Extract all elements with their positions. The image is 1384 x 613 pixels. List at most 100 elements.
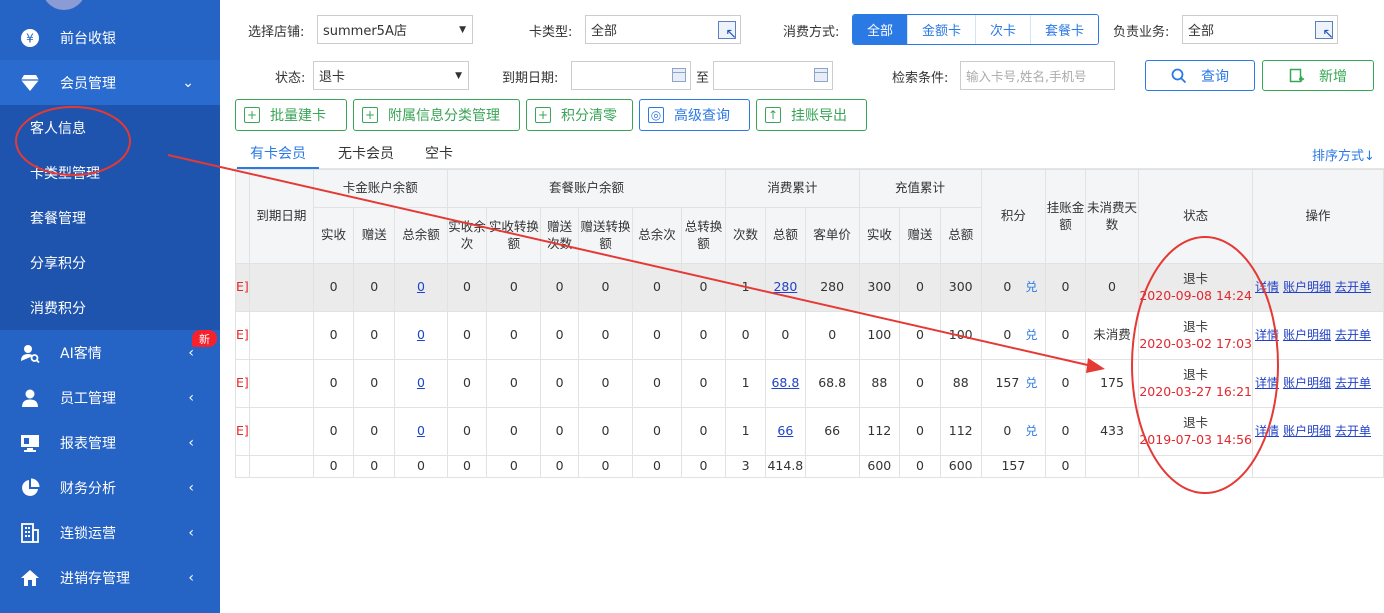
points-redeem-link[interactable]: 兑 <box>1025 376 1037 390</box>
consume-count: 1 <box>741 423 750 439</box>
tab-empty-card[interactable]: 空卡 <box>425 143 453 163</box>
detail-link[interactable]: 详情 <box>1255 280 1279 294</box>
total-cell: 0 <box>312 455 355 478</box>
recharge-gift: 0 <box>916 375 924 391</box>
pkg-cell: 0 <box>555 327 564 343</box>
batch-create-button[interactable]: + 批量建卡 <box>235 99 347 131</box>
sidebar-sub-customer-info[interactable]: 客人信息 <box>0 105 220 150</box>
card-cash: 0 <box>329 279 338 295</box>
card-cash: 0 <box>329 375 338 391</box>
detail-link[interactable]: 详情 <box>1255 328 1279 342</box>
row-fragment: E] <box>236 279 249 295</box>
card-total-link[interactable]: 0 <box>417 327 425 342</box>
total-cell: 600 <box>858 455 901 478</box>
search-label: 检索条件: <box>892 71 949 86</box>
card-type-picker[interactable]: 全部 <box>585 15 741 44</box>
consume-total-link[interactable]: 66 <box>777 423 793 438</box>
unconsumed-days: 433 <box>1100 423 1124 439</box>
detail-link[interactable]: 详情 <box>1255 376 1279 390</box>
table-subheader: 实收 <box>312 207 355 264</box>
sidebar-sub-package[interactable]: 套餐管理 <box>0 195 220 240</box>
sidebar-item-ai[interactable]: AI客情 ‹ <box>0 330 220 375</box>
sort-button[interactable]: 排序方式↓ <box>1312 145 1375 164</box>
calendar-icon[interactable] <box>672 68 686 82</box>
sidebar-item-label: 员工管理 <box>60 390 116 407</box>
diamond-icon <box>20 73 40 93</box>
points-clear-button[interactable]: + 积分清零 <box>526 99 633 131</box>
sidebar-sub-label: 消费积分 <box>30 300 86 317</box>
total-cell: 0 <box>577 455 634 478</box>
account-detail-link[interactable]: 账户明细 <box>1283 376 1331 390</box>
member-table: 到期日期 卡金账户余额 套餐账户余额 消费累计 充值累计 积分 挂账金额 未消费… <box>235 169 1384 478</box>
attach-category-button[interactable]: + 附属信息分类管理 <box>353 99 520 131</box>
sidebar-item-finance[interactable]: 财务分析 ‹ <box>0 465 220 510</box>
pkg-cell: 0 <box>509 327 518 343</box>
sidebar-item-chain[interactable]: 连锁运营 ‹ <box>0 510 220 555</box>
sidebar-sub-card-type[interactable]: 卡类型管理 <box>0 150 220 195</box>
card-total-link[interactable]: 0 <box>417 279 425 294</box>
sidebar-item-staff[interactable]: 员工管理 ‹ <box>0 375 220 420</box>
query-button[interactable]: 查询 <box>1145 60 1255 91</box>
pkg-cell: 0 <box>555 423 564 439</box>
points-redeem-link[interactable]: 兑 <box>1025 424 1037 438</box>
open-order-link[interactable]: 去开单 <box>1335 328 1371 342</box>
card-total-link[interactable]: 0 <box>417 375 425 390</box>
credit-export-button[interactable]: ↑ 挂账导出 <box>756 99 867 131</box>
pkg-cell: 0 <box>601 375 610 391</box>
yen-icon: ¥ <box>20 28 40 48</box>
account-detail-link[interactable]: 账户明细 <box>1283 328 1331 342</box>
open-order-link[interactable]: 去开单 <box>1335 280 1371 294</box>
sidebar-item-inventory[interactable]: 进销存管理 ‹ <box>0 555 220 600</box>
picker-icon[interactable] <box>718 21 737 42</box>
sidebar-sub-consume-points[interactable]: 消费积分 <box>0 285 220 330</box>
consume-avg: 280 <box>820 279 845 295</box>
sidebar-item-label: AI客情 <box>60 345 102 362</box>
expire-start-input[interactable] <box>571 61 691 90</box>
add-button[interactable]: 新增 <box>1262 60 1374 91</box>
consume-total-link[interactable]: 68.8 <box>771 375 799 390</box>
sidebar-item-label: 会员管理 <box>60 75 116 92</box>
table-subheader: 实收余次 <box>446 207 488 264</box>
tool-label: 挂账导出 <box>791 108 847 124</box>
consume-option-amount-card[interactable]: 金额卡 <box>908 15 977 44</box>
points-redeem-link[interactable]: 兑 <box>1025 328 1037 342</box>
consume-option-package-card[interactable]: 套餐卡 <box>1031 15 1099 44</box>
sidebar-item-cashier[interactable]: ¥ 前台收银 <box>0 15 220 60</box>
advanced-query-button[interactable]: ◎ 高级查询 <box>639 99 750 131</box>
consume-option-all[interactable]: 全部 <box>853 15 909 44</box>
calendar-icon[interactable] <box>814 68 828 82</box>
store-select-value: summer5A店 <box>323 24 407 39</box>
search-input[interactable]: 输入卡号,姓名,手机号 <box>960 61 1115 90</box>
sidebar-item-report[interactable]: 报表管理 ‹ <box>0 420 220 465</box>
sidebar-item-member[interactable]: 会员管理 ⌄ <box>0 60 220 105</box>
points-value: 0 <box>1003 327 1012 343</box>
consume-count: 0 <box>741 327 750 343</box>
row-fragment: E] <box>236 375 249 391</box>
detail-link[interactable]: 详情 <box>1255 424 1279 438</box>
card-total-link[interactable]: 0 <box>417 423 425 438</box>
points-redeem-link[interactable]: 兑 <box>1025 280 1037 294</box>
sidebar-sub-share-points[interactable]: 分享积分 <box>0 240 220 285</box>
tab-card-members[interactable]: 有卡会员 <box>250 143 306 163</box>
pkg-cell: 0 <box>601 327 610 343</box>
expire-end-input[interactable] <box>713 61 833 90</box>
account-detail-link[interactable]: 账户明细 <box>1283 424 1331 438</box>
avatar[interactable] <box>42 0 86 10</box>
open-order-link[interactable]: 去开单 <box>1335 424 1371 438</box>
consume-total-link[interactable]: 280 <box>773 279 797 294</box>
table-header <box>235 169 250 264</box>
account-detail-link[interactable]: 账户明细 <box>1283 280 1331 294</box>
open-order-link[interactable]: 去开单 <box>1335 376 1371 390</box>
consume-option-times-card[interactable]: 次卡 <box>976 15 1032 44</box>
status-text: 退卡 <box>1183 414 1209 430</box>
business-picker[interactable]: 全部 <box>1182 15 1338 44</box>
store-select[interactable]: summer5A店 ▼ <box>317 15 473 44</box>
picker-icon[interactable] <box>1315 21 1334 42</box>
consume-type-segment: 全部 金额卡 次卡 套餐卡 <box>852 14 1100 45</box>
consume-avg: 68.8 <box>818 375 847 391</box>
chevron-down-icon: ⌄ <box>182 74 194 91</box>
tab-no-card-members[interactable]: 无卡会员 <box>338 143 394 163</box>
status-select-value: 退卡 <box>319 70 346 85</box>
status-select[interactable]: 退卡 ▼ <box>313 61 469 90</box>
tool-label: 批量建卡 <box>270 108 326 124</box>
